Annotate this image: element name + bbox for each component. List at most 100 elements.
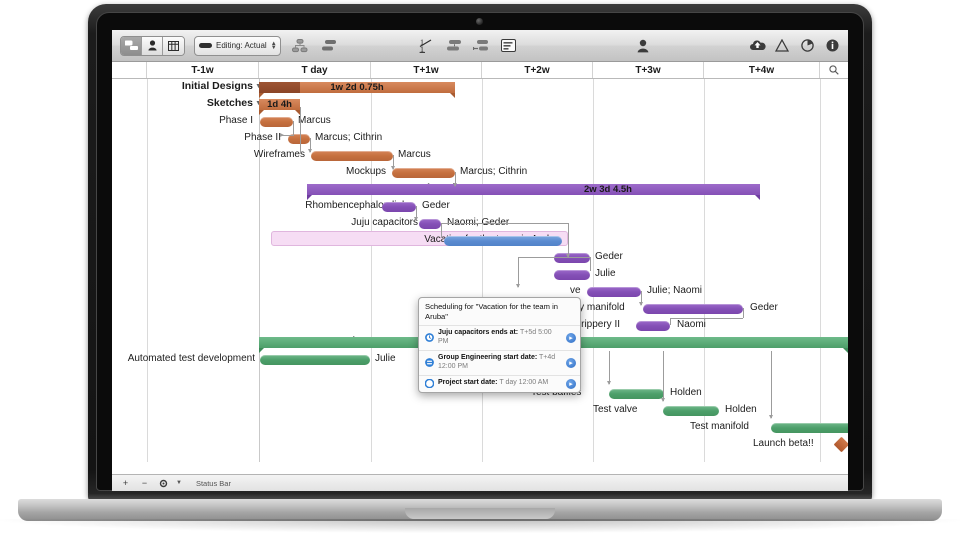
chevron-updown-icon[interactable]: ▲▼ xyxy=(271,42,277,50)
summary-bar-sketches[interactable]: 1d 4h xyxy=(259,99,300,110)
dependency-link xyxy=(300,107,301,153)
timeline-header: T-1w T day T+1w T+2w T+3w T+4w xyxy=(112,62,848,79)
remove-task-button[interactable]: − xyxy=(138,477,151,489)
task-bar-row-13[interactable] xyxy=(643,304,743,314)
task-bar-test-baffles[interactable] xyxy=(609,389,664,399)
go-icon[interactable]: ▸ xyxy=(566,358,576,368)
outline-view-icon[interactable] xyxy=(121,37,142,55)
table-row[interactable]: Phase I Marcus xyxy=(112,113,848,130)
assignee-label: Marcus; Cithrin xyxy=(460,166,527,177)
assignee-label: Geder xyxy=(422,200,450,211)
table-row[interactable]: Engineering ▼ 2w 3d 4.5h xyxy=(112,181,848,198)
gear-icon[interactable] xyxy=(157,477,170,489)
task-bar-row-12[interactable] xyxy=(587,287,641,297)
table-row[interactable]: Geder xyxy=(112,249,848,266)
grid-icon[interactable] xyxy=(163,37,184,55)
timeline-col-0[interactable]: T-1w xyxy=(147,62,259,78)
assignee-label: Holden xyxy=(670,387,702,398)
summary-bar-engineering[interactable]: 2w 3d 4.5h xyxy=(307,184,760,195)
publish-cloud-icon[interactable] xyxy=(747,36,767,56)
task-bar-phase-i[interactable] xyxy=(260,117,293,127)
group-tasks-icon[interactable] xyxy=(290,36,310,56)
table-row[interactable]: Vacation for the team in Aruba xyxy=(112,232,848,249)
popover-item-0[interactable]: Juju capacitors ends at: T+5d 5:00 PM ▸ xyxy=(419,325,580,350)
dependency-arrow-icon xyxy=(661,398,665,402)
disconnect-tasks-icon[interactable] xyxy=(471,36,491,56)
table-row[interactable]: Test manifold xyxy=(112,419,848,436)
timeline-col-3[interactable]: T+2w xyxy=(482,62,593,78)
task-bar-row-11[interactable] xyxy=(554,270,590,280)
dependency-arrow-icon xyxy=(516,284,520,288)
table-row[interactable]: Initial Designs ▼ 1w 2d 0.75h xyxy=(112,79,848,96)
popover-item-1[interactable]: Group Engineering start date: T+4d 12:00… xyxy=(419,350,580,375)
dependency-arrow-icon xyxy=(391,166,395,170)
table-row[interactable]: Rhombencephalon link Geder xyxy=(112,198,848,215)
task-label: Test valve xyxy=(593,404,637,415)
add-task-button[interactable]: + xyxy=(119,477,132,489)
task-label: Launch beta!! xyxy=(753,438,814,449)
task-bar-wireframes[interactable] xyxy=(311,151,393,161)
editing-mode-label: Editing: Actual xyxy=(216,41,267,50)
task-bar-test-valve[interactable] xyxy=(663,406,719,416)
task-label: Sketches xyxy=(207,97,253,109)
duration-label: 1w 2d 0.75h xyxy=(259,81,455,93)
scheduling-popover[interactable]: Scheduling for "Vacation for the team in… xyxy=(418,297,581,393)
task-bar-mockups[interactable] xyxy=(392,168,455,178)
summary-bar-initial-designs[interactable]: 1w 2d 0.75h xyxy=(259,82,455,93)
task-bar-test-manifold[interactable] xyxy=(771,423,848,433)
table-row[interactable]: Test valve Holden xyxy=(112,402,848,419)
svg-text:1: 1 xyxy=(420,45,424,53)
inspector-icon[interactable] xyxy=(498,36,518,56)
connect-tasks-icon[interactable] xyxy=(444,36,464,56)
split-task-icon[interactable]: 11 xyxy=(417,36,437,56)
task-label: ve xyxy=(570,285,581,296)
dependency-link xyxy=(590,257,591,271)
task-label: Initial Designs xyxy=(182,80,253,92)
task-bar-automated-test-development[interactable] xyxy=(260,355,370,365)
go-icon[interactable]: ▸ xyxy=(566,379,576,389)
popover-item-label: Juju capacitors ends at: xyxy=(438,329,518,336)
search-icon[interactable] xyxy=(820,62,848,78)
assignee-label: Naomi xyxy=(677,319,706,330)
table-row[interactable]: Mockups Marcus; Cithrin xyxy=(112,164,848,181)
popover-item-label: Project start date: xyxy=(438,379,498,386)
gantt-chart-canvas[interactable]: Initial Designs ▼ 1w 2d 0.75h Sketches ▼ xyxy=(112,79,848,462)
task-bar-juju-capacitors[interactable] xyxy=(419,219,441,229)
toolbar-right-group xyxy=(742,36,842,56)
view-mode-segmented-control[interactable] xyxy=(120,36,185,56)
popover-item-label: Group Engineering start date: xyxy=(438,354,537,361)
table-row[interactable]: Launch beta!! xyxy=(112,436,848,453)
ungroup-tasks-icon[interactable] xyxy=(319,36,339,56)
go-icon[interactable]: ▸ xyxy=(566,333,576,343)
task-bar-frippery-ii[interactable] xyxy=(636,321,670,331)
editing-mode-dropdown[interactable]: Editing: Actual ▲▼ xyxy=(194,36,281,56)
timeline-col-4[interactable]: T+3w xyxy=(593,62,704,78)
table-row[interactable]: Phase II Marcus; Cithrin xyxy=(112,130,848,147)
violations-warning-icon[interactable] xyxy=(772,36,792,56)
dependency-link xyxy=(293,121,294,135)
dependency-link xyxy=(670,318,671,325)
milestone-marker-launch-beta[interactable] xyxy=(834,437,848,453)
popover-item-2[interactable]: Project start date: T day 12:00 AM ▸ xyxy=(419,375,580,392)
task-label: Frippery II xyxy=(575,319,620,330)
timeline-col-2[interactable]: T+1w xyxy=(371,62,482,78)
dependency-arrow-icon xyxy=(414,217,418,221)
task-label: Mockups xyxy=(346,166,386,177)
task-bar-row-10[interactable] xyxy=(554,253,590,263)
task-bar-vacation[interactable] xyxy=(444,236,562,246)
catch-up-pie-icon[interactable] xyxy=(797,36,817,56)
table-row[interactable]: Julie xyxy=(112,266,848,283)
dependency-link xyxy=(670,318,743,319)
person-icon[interactable] xyxy=(142,37,163,55)
chevron-down-icon[interactable]: ▼ xyxy=(176,480,182,486)
assignee-label: Marcus; Cithrin xyxy=(315,132,382,143)
table-row[interactable]: Wireframes Marcus xyxy=(112,147,848,164)
task-bar-rhombencephalon-link[interactable] xyxy=(382,202,416,212)
table-row[interactable]: Sketches ▼ 1d 4h xyxy=(112,96,848,113)
clock-end-icon xyxy=(425,333,434,342)
person-icon[interactable] xyxy=(633,36,653,56)
timeline-col-1[interactable]: T day xyxy=(259,62,371,78)
timeline-col-5[interactable]: T+4w xyxy=(704,62,820,78)
info-icon[interactable] xyxy=(822,36,842,56)
assignee-label: Julie xyxy=(595,268,616,279)
